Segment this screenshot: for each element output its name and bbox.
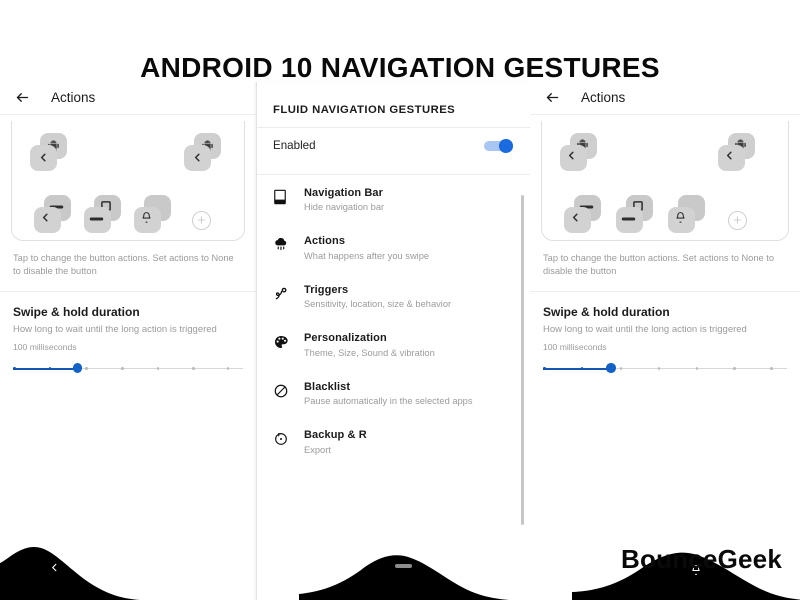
- list-item[interactable]: Backup & R Export: [257, 418, 530, 467]
- backup-restore-icon: [273, 429, 298, 447]
- chevron-left-icon: [570, 212, 581, 223]
- slider-tick: [543, 366, 546, 370]
- swipe-duration-value-right: 100 milliseconds: [543, 341, 607, 352]
- slider-tick: [657, 366, 661, 370]
- chevron-left-icon: [190, 150, 205, 165]
- list-item-title: Navigation Bar: [304, 186, 384, 199]
- vertical-scrollbar[interactable]: [521, 195, 524, 525]
- list-item[interactable]: Personalization Theme, Size, Sound & vib…: [257, 321, 530, 370]
- swipe-duration-value-left: 100 milliseconds: [13, 341, 77, 352]
- chevron-left-icon: [566, 150, 577, 161]
- appbar-divider-left: [0, 114, 256, 115]
- list-item-subtitle: Theme, Size, Sound & vibration: [304, 347, 435, 358]
- grid-hint-left: Tap to change the button actions. Set ac…: [13, 253, 234, 277]
- appbar-title-left: Actions: [51, 89, 96, 105]
- slider-fill: [543, 367, 612, 370]
- minus-pill-icon: [621, 216, 636, 222]
- slider-tick: [733, 366, 736, 370]
- appbar-divider-right: [530, 114, 800, 115]
- enabled-toggle[interactable]: [484, 139, 514, 153]
- swipe-duration-slider-left[interactable]: [13, 362, 243, 376]
- appbar-title-right: Actions: [581, 89, 626, 105]
- arrow-left-icon[interactable]: [12, 87, 32, 107]
- divider-left: [0, 290, 256, 292]
- list-item-subtitle: What happens after you swipe: [304, 250, 430, 261]
- slider-tick: [121, 366, 124, 370]
- enabled-row[interactable]: Enabled: [257, 128, 530, 163]
- list-item[interactable]: Triggers Sensitivity, location, size & b…: [257, 272, 530, 321]
- triggers-swipe-icon: [273, 284, 298, 302]
- phone-panel-center: FLUID NAVIGATION GESTURES Enabled Naviga…: [256, 82, 530, 600]
- swipe-duration-title-left: Swipe & hold duration: [13, 304, 140, 319]
- swipe-duration-subtitle-right: How long to wait until the long action i…: [543, 323, 747, 335]
- grid-hint-right: Tap to change the button actions. Set ac…: [543, 253, 775, 277]
- slider-tick: [695, 366, 699, 370]
- hill-shape-left: [0, 540, 140, 600]
- chevron-left-icon: [724, 150, 735, 161]
- swipe-duration-slider-right[interactable]: [543, 362, 787, 376]
- list-item-title: Actions: [304, 235, 346, 247]
- list-item[interactable]: Actions What happens after you swipe: [257, 224, 530, 273]
- plus-circle-icon[interactable]: +: [192, 211, 211, 230]
- list-item-subtitle: Pause automatically in the selected apps: [304, 396, 473, 406]
- slider-tick: [13, 366, 16, 370]
- screenshot-root: ANDROID 10 NAVIGATION GESTURES Actions +…: [0, 0, 800, 600]
- phone-panel-right: Actions + Tap to change the button actio…: [530, 82, 800, 600]
- slider-thumb[interactable]: [72, 363, 83, 373]
- actions-rain-icon: [273, 235, 298, 253]
- block-circle-icon: [273, 381, 298, 399]
- bell-icon: [674, 211, 687, 224]
- slider-tick: [85, 366, 89, 370]
- list-item-subtitle: Sensitivity, location, size & behavior: [304, 299, 452, 309]
- bell-icon: [140, 211, 153, 224]
- minus-pill-icon: [89, 216, 104, 222]
- button-grid-card-left: +: [11, 121, 245, 241]
- page-title: ANDROID 10 NAVIGATION GESTURES: [140, 52, 660, 83]
- list-item[interactable]: Blacklist Pause automatically in the sel…: [257, 369, 530, 418]
- home-indicator-pill[interactable]: [395, 564, 412, 568]
- phone-panel-left: Actions + Tap to change the button actio…: [0, 82, 256, 600]
- list-item-subtitle: Hide navigation bar: [304, 202, 385, 212]
- plus-circle-icon[interactable]: +: [728, 211, 747, 230]
- slider-tick: [156, 366, 160, 370]
- swipe-duration-title-right: Swipe & hold duration: [543, 304, 670, 319]
- list-item-subtitle: Export: [304, 444, 331, 455]
- toggle-knob: [499, 139, 513, 153]
- arrow-left-icon[interactable]: [542, 87, 562, 107]
- navigation-bar-icon: [273, 187, 298, 205]
- list-item-title: Backup & R: [304, 429, 367, 441]
- list-item-title: Blacklist: [304, 380, 351, 393]
- hill-shape-center: [299, 542, 509, 600]
- swipe-duration-subtitle-left: How long to wait until the long action i…: [13, 323, 217, 335]
- chevron-left-icon: [40, 212, 51, 223]
- appbar-right: Actions: [530, 82, 800, 112]
- appbar-left: Actions: [0, 82, 256, 112]
- list-item-title: Personalization: [304, 332, 387, 344]
- divider-right: [530, 290, 800, 292]
- list-item[interactable]: Navigation Bar Hide navigation bar: [257, 175, 530, 224]
- button-grid-card-right: +: [541, 121, 789, 241]
- enabled-label: Enabled: [273, 139, 316, 152]
- watermark: BounceGeek: [621, 544, 782, 574]
- list-item-title: Triggers: [304, 283, 349, 296]
- slider-tick: [769, 366, 773, 370]
- slider-thumb[interactable]: [606, 363, 616, 373]
- palette-icon: [273, 332, 298, 350]
- section-header-fluid-nav: FLUID NAVIGATION GESTURES: [273, 104, 456, 116]
- slider-tick: [192, 366, 195, 370]
- chevron-left-icon: [36, 150, 51, 165]
- chevron-left-icon[interactable]: [49, 562, 60, 573]
- slider-tick: [48, 366, 52, 370]
- slider-fill: [13, 367, 78, 370]
